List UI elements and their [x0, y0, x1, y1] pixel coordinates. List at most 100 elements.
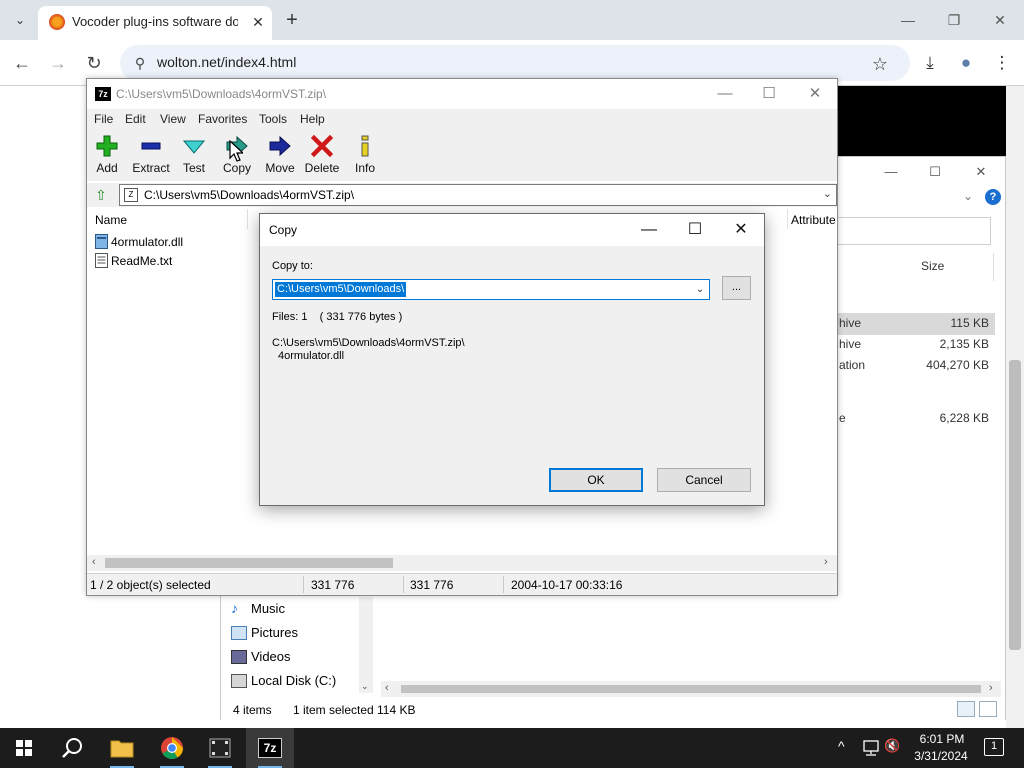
column-header-size[interactable]: Size	[921, 259, 944, 273]
maximize-button[interactable]: ☐	[749, 81, 789, 107]
scroll-right-icon[interactable]: ›	[824, 556, 828, 568]
menu-edit[interactable]: Edit	[125, 112, 146, 126]
sevenzip-titlebar[interactable]: 7z C:\Users\vm5\Downloads\4ormVST.zip\ —…	[87, 79, 837, 109]
window-title: C:\Users\vm5\Downloads\4ormVST.zip\	[116, 87, 327, 101]
explorer-maximize-button[interactable]: ☐	[921, 161, 949, 183]
move-icon	[269, 135, 291, 157]
nav-item-pictures[interactable]: Pictures	[251, 625, 298, 640]
copy-label: Copy	[222, 161, 251, 175]
site-info-icon[interactable]: ⚲	[130, 53, 150, 73]
scroll-right-icon[interactable]: ›	[989, 682, 993, 694]
file-name: ReadMe.txt	[111, 254, 173, 268]
menu-help[interactable]: Help	[300, 112, 325, 126]
chevron-up-icon[interactable]: ^	[838, 738, 845, 754]
clock-date[interactable]: 3/31/2024	[908, 749, 974, 763]
forward-arrow-icon[interactable]: →	[45, 50, 71, 76]
address-row: ⇧ Z C:\Users\vm5\Downloads\4ormVST.zip\ …	[87, 183, 837, 207]
address-combobox[interactable]: Z C:\Users\vm5\Downloads\4ormVST.zip\ ⌄	[119, 184, 837, 206]
chrome-icon[interactable]	[148, 728, 196, 768]
status-divider	[503, 576, 504, 593]
7zip-icon[interactable]: 7z	[246, 728, 294, 768]
reload-icon[interactable]: ↻	[81, 50, 107, 76]
explorer-search-input[interactable]	[821, 217, 991, 245]
nav-scrollbar[interactable]: ⌄	[359, 597, 373, 693]
file-type: hive	[839, 316, 862, 330]
delete-button[interactable]: Delete	[301, 133, 343, 177]
menu-file[interactable]: File	[94, 112, 113, 126]
explorer-minimize-button[interactable]: —	[877, 161, 905, 183]
plus-icon[interactable]: +	[280, 8, 304, 32]
7zip-logo: 7z	[258, 738, 282, 758]
dialog-titlebar[interactable]: Copy — ☐ ✕	[260, 214, 764, 246]
chevron-down-icon[interactable]: ⌄	[8, 8, 32, 32]
test-button[interactable]: Test	[177, 133, 211, 177]
details-view-icon[interactable]	[957, 701, 975, 717]
page-scrollbar[interactable]	[1006, 86, 1024, 728]
download-icon[interactable]: ⤓	[917, 50, 943, 76]
page-scroll-thumb[interactable]	[1009, 360, 1021, 650]
destination-path-combobox[interactable]: C:\Users\vm5\Downloads\ ⌄	[272, 279, 710, 300]
chevron-down-icon[interactable]: ⌄	[963, 189, 973, 203]
close-button[interactable]: ✕	[795, 81, 835, 107]
address-text[interactable]: C:\Users\vm5\Downloads\4ormVST.zip\	[144, 188, 354, 202]
address-bar[interactable]: ⚲ wolton.net/index4.html ☆	[120, 45, 910, 81]
explorer-hscrollbar[interactable]: ‹ ›	[381, 681, 1001, 697]
nav-item-local-disk[interactable]: Local Disk (C:)	[251, 673, 336, 688]
dialog-close-button[interactable]: ✕	[718, 216, 764, 244]
chevron-down-icon[interactable]: ⌄	[693, 282, 707, 297]
menu-tools[interactable]: Tools	[259, 112, 287, 126]
chevron-down-icon[interactable]: ⌄	[823, 187, 832, 200]
star-icon[interactable]: ☆	[868, 52, 892, 76]
close-window-button[interactable]: ✕	[980, 6, 1020, 34]
restore-button[interactable]: ❐	[934, 6, 974, 34]
column-header-attributes[interactable]: Attribute	[791, 213, 836, 227]
column-header-name[interactable]: Name	[95, 213, 127, 227]
add-label: Add	[96, 161, 118, 175]
profile-icon[interactable]: ●	[953, 50, 979, 76]
tiles-view-icon[interactable]	[979, 701, 997, 717]
nav-item-videos[interactable]: Videos	[251, 649, 291, 664]
volume-muted-icon[interactable]: 🔇	[884, 738, 900, 754]
explorer-hscroll-thumb[interactable]	[401, 685, 981, 693]
windows-start-icon[interactable]	[0, 728, 48, 768]
menu-view[interactable]: View	[160, 112, 186, 126]
scroll-left-icon[interactable]: ‹	[385, 682, 389, 694]
folder-up-icon[interactable]: ⇧	[91, 185, 111, 205]
search-icon[interactable]	[48, 728, 96, 768]
more-vert-icon[interactable]: ⋮	[989, 50, 1015, 76]
scroll-down-icon[interactable]: ⌄	[361, 681, 369, 692]
close-icon[interactable]: ✕	[248, 12, 268, 32]
file-size: 115 KB	[950, 316, 989, 330]
browser-tab[interactable]: Vocoder plug-ins software dow ✕	[38, 6, 272, 40]
move-button[interactable]: Move	[261, 133, 299, 177]
dialog-maximize-button[interactable]: ☐	[672, 216, 718, 244]
horizontal-scrollbar[interactable]: ‹ ›	[87, 555, 837, 571]
back-arrow-icon[interactable]: ←	[9, 50, 35, 76]
film-icon[interactable]	[196, 728, 244, 768]
clock-time[interactable]: 6:01 PM	[912, 732, 972, 746]
hscroll-thumb[interactable]	[105, 558, 393, 568]
destination-path-input[interactable]: C:\Users\vm5\Downloads\	[275, 282, 407, 297]
network-icon[interactable]	[862, 740, 880, 756]
status-bar: 1 / 2 object(s) selected 331 776 331 776…	[87, 573, 837, 595]
ok-button[interactable]: OK	[549, 468, 643, 492]
add-button[interactable]: Add	[89, 133, 125, 177]
file-type: hive	[839, 337, 862, 351]
minimize-button[interactable]: —	[705, 81, 745, 107]
cancel-button[interactable]: Cancel	[657, 468, 751, 492]
nav-item-music[interactable]: Music	[251, 601, 285, 616]
url-text[interactable]: wolton.net/index4.html	[157, 54, 296, 70]
extract-button[interactable]: Extract	[129, 133, 173, 177]
info-button[interactable]: Info	[349, 133, 381, 177]
dialog-minimize-button[interactable]: —	[626, 216, 672, 244]
scroll-left-icon[interactable]: ‹	[92, 556, 96, 568]
minimize-button[interactable]: —	[888, 6, 928, 34]
folder-icon[interactable]	[98, 728, 146, 768]
explorer-close-button[interactable]: ✕	[967, 161, 995, 183]
notification-icon[interactable]: 1	[984, 738, 1004, 756]
menu-favorites[interactable]: Favorites	[198, 112, 247, 126]
browse-button[interactable]: ...	[722, 276, 751, 300]
status-selected: 1 item selected	[293, 703, 374, 717]
help-icon[interactable]: ?	[985, 189, 1001, 205]
status-selection: 1 / 2 object(s) selected	[90, 578, 211, 592]
